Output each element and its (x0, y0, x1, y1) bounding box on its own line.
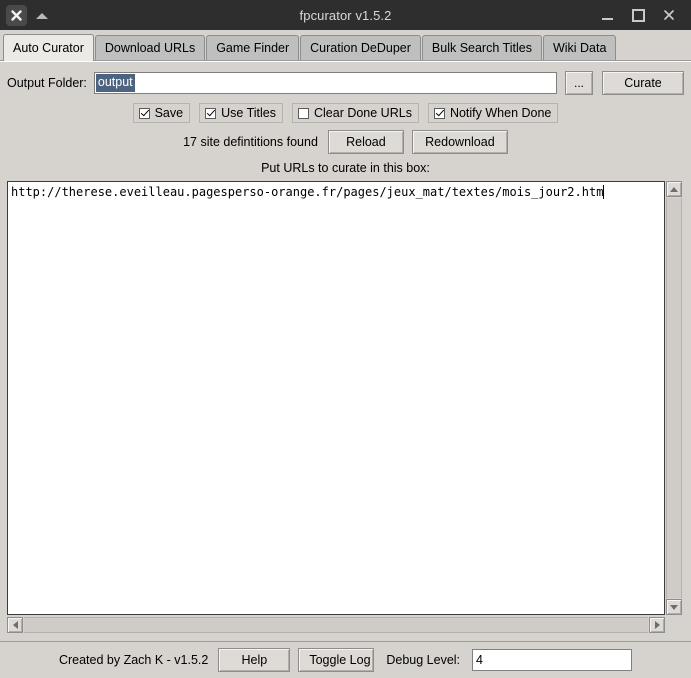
scroll-up-button[interactable] (666, 181, 682, 197)
tab-game-finder[interactable]: Game Finder (206, 35, 300, 61)
urls-text-line: http://therese.eveilleau.pagesperso-oran… (11, 184, 662, 200)
checkbox-box (297, 107, 309, 119)
arrow-left-icon (12, 621, 18, 629)
collapse-triangle-icon[interactable] (36, 12, 48, 19)
checkbox-label: Use Titles (221, 106, 276, 120)
checkbox-box (138, 107, 150, 119)
curate-button[interactable]: Curate (602, 71, 684, 95)
site-definitions-status: 17 site defintitions found (183, 135, 318, 149)
window-title: fpcurator v1.5.2 (299, 7, 392, 23)
checkbox-box (205, 107, 217, 119)
output-folder-input[interactable]: output (93, 72, 557, 94)
arrow-down-icon (670, 604, 678, 610)
close-icon[interactable] (6, 4, 27, 26)
scroll-right-button[interactable] (649, 617, 665, 633)
checkbox-use-titles[interactable]: Use Titles (199, 103, 283, 123)
status-bar: Created by Zach K - v1.5.2 Help Toggle L… (0, 641, 691, 678)
credit-label: Created by Zach K - v1.5.2 (58, 653, 209, 667)
help-button[interactable]: Help (218, 648, 291, 672)
output-folder-row: Output Folder: output ... Curate (7, 71, 684, 95)
checkbox-clear-done-urls[interactable]: Clear Done URLs (291, 103, 419, 123)
urls-prompt-label: Put URLs to curate in this box: (261, 161, 430, 175)
minimize-button[interactable] (600, 8, 614, 22)
tab-label: Game Finder (216, 41, 290, 55)
scroll-down-button[interactable] (666, 599, 682, 615)
tab-label: Bulk Search Titles (431, 41, 532, 55)
debug-level-input[interactable]: 4 (472, 649, 633, 671)
scroll-left-button[interactable] (7, 617, 23, 633)
reload-button[interactable]: Reload (327, 130, 404, 154)
tab-bulk-search-titles[interactable]: Bulk Search Titles (421, 35, 542, 61)
checkbox-label: Notify When Done (449, 106, 552, 120)
tab-bar: Auto Curator Download URLs Game Finder C… (0, 30, 691, 61)
tab-download-urls[interactable]: Download URLs (94, 35, 206, 61)
tab-label: Auto Curator (13, 41, 84, 55)
tab-auto-curator[interactable]: Auto Curator (3, 34, 94, 61)
tab-label: Download URLs (104, 41, 196, 55)
tab-label: Curation DeDuper (310, 41, 411, 55)
redownload-button[interactable]: Redownload (411, 130, 508, 154)
urls-editor-main: http://therese.eveilleau.pagesperso-oran… (7, 181, 684, 615)
urls-textarea[interactable]: http://therese.eveilleau.pagesperso-oran… (7, 181, 665, 615)
title-bar-left-icons (0, 4, 48, 26)
vertical-scrollbar[interactable] (666, 181, 684, 615)
output-folder-label: Output Folder: (7, 76, 87, 90)
debug-level-value: 4 (476, 653, 483, 667)
maximize-button[interactable] (631, 8, 645, 22)
options-row: Save Use Titles Clear Done URLs Notify W… (7, 103, 684, 123)
checkbox-save[interactable]: Save (132, 103, 191, 123)
checkbox-box (433, 107, 445, 119)
checkbox-label: Clear Done URLs (313, 106, 412, 120)
output-folder-value: output (95, 74, 135, 92)
text-caret (603, 185, 605, 199)
window-controls (600, 8, 691, 22)
window-close-button[interactable] (662, 8, 676, 22)
vertical-scroll-track[interactable] (666, 198, 682, 598)
checkbox-label: Save (154, 106, 184, 120)
debug-level-label: Debug Level: (386, 653, 461, 667)
auto-curator-panel: Output Folder: output ... Curate Save Us… (0, 61, 691, 641)
horizontal-scrollbar[interactable] (7, 616, 684, 634)
title-bar: fpcurator v1.5.2 (0, 0, 691, 30)
site-definitions-row: 17 site defintitions found Reload Redown… (7, 130, 684, 154)
tab-wiki-data[interactable]: Wiki Data (542, 35, 617, 61)
checkbox-notify-when-done[interactable]: Notify When Done (427, 103, 559, 123)
urls-text-value: http://therese.eveilleau.pagesperso-oran… (11, 185, 604, 199)
urls-editor: http://therese.eveilleau.pagesperso-oran… (7, 181, 684, 634)
arrow-right-icon (654, 621, 660, 629)
application-window: fpcurator v1.5.2 Auto Curator Download U… (0, 0, 691, 678)
tab-label: Wiki Data (552, 41, 607, 55)
browse-folder-button[interactable]: ... (565, 71, 593, 95)
arrow-up-icon (670, 186, 678, 192)
horizontal-scroll-track[interactable] (24, 617, 648, 633)
toggle-log-button[interactable]: Toggle Log (298, 648, 375, 672)
tab-curation-deduper[interactable]: Curation DeDuper (300, 35, 421, 61)
